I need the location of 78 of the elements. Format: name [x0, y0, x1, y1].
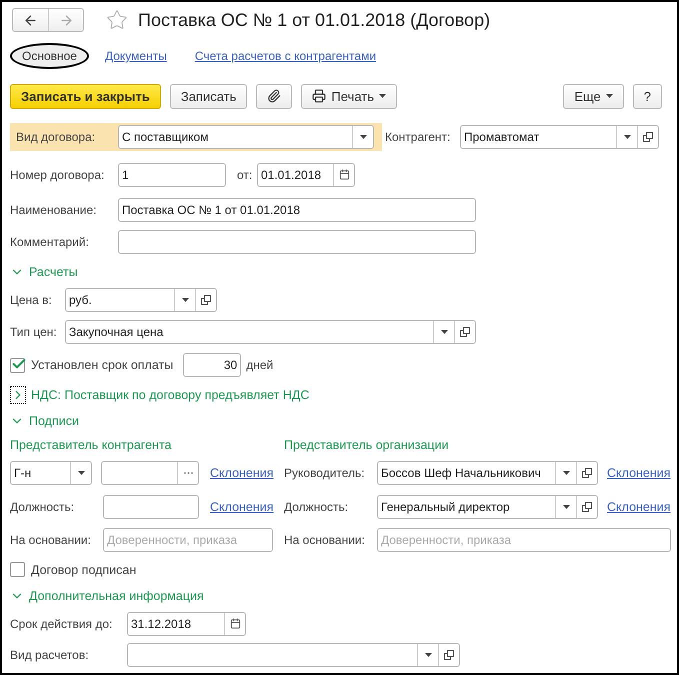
section-header[interactable]: Расчеты — [10, 264, 78, 278]
field-label: от: — [237, 168, 254, 182]
caret-icon — [562, 471, 570, 475]
dropdown-field[interactable]: руб. — [65, 288, 217, 312]
print-menu-button[interactable]: Печать — [301, 84, 397, 108]
group-heading: Представитель организации — [284, 438, 449, 452]
section-header[interactable]: НДС: Поставщик по договору предъявляет НДС — [10, 386, 310, 404]
declensions-link[interactable]: Склонения — [607, 500, 671, 514]
field-label: Должность: — [10, 500, 76, 514]
star-icon[interactable] — [106, 9, 128, 31]
caret-icon — [562, 504, 570, 508]
arrow-right-icon — [58, 12, 74, 28]
caret-icon — [360, 135, 366, 139]
calendar-icon — [230, 618, 240, 629]
field-label: Цена в: — [10, 293, 53, 307]
save-and-close-button[interactable]: Записать и закрыть — [10, 84, 161, 108]
open-window-icon — [201, 295, 211, 305]
field-label: На основании: — [10, 533, 92, 547]
dropdown-field[interactable] — [127, 642, 460, 666]
field-label: Вид договора: — [16, 130, 96, 144]
caret-icon — [624, 135, 630, 139]
save-button[interactable]: Записать — [170, 84, 248, 108]
dropdown-field[interactable]: Г-н — [10, 461, 92, 485]
text-field[interactable] — [103, 494, 199, 518]
select-field[interactable] — [101, 461, 199, 485]
caret-icon — [182, 298, 188, 302]
unit-label: дней — [246, 358, 274, 372]
caret-icon — [424, 652, 432, 656]
text-field[interactable]: 1 — [118, 162, 226, 186]
paperclip-icon — [267, 89, 282, 103]
attach-button[interactable] — [256, 84, 292, 108]
section-header[interactable]: Дополнительная информация — [10, 589, 204, 603]
open-window-icon — [444, 650, 454, 660]
more-menu-button[interactable]: Еще — [563, 84, 624, 108]
window-title: Поставка ОС № 1 от 01.01.2018 (Договор) — [138, 10, 490, 30]
date-field[interactable]: 01.01.2018 — [257, 162, 355, 186]
open-window-icon — [643, 132, 653, 142]
dropdown-field[interactable]: Промавтомат — [460, 125, 659, 149]
section-header[interactable]: Подписи — [10, 414, 79, 428]
dropdown-field[interactable]: Генеральный директор — [377, 494, 598, 518]
checkbox[interactable] — [10, 358, 25, 372]
field-label: Номер договора: — [10, 168, 106, 182]
field-label: Должность: — [284, 500, 350, 514]
dropdown-field[interactable]: Боссов Шеф Начальникович — [377, 461, 598, 485]
field-label: Наименование: — [10, 202, 98, 216]
dropdown-field[interactable]: Закупочная цена — [65, 320, 476, 344]
calendar-icon — [338, 169, 350, 180]
number-field[interactable]: 30 — [183, 353, 242, 377]
field-label: Срок действия до: — [10, 616, 114, 630]
field-label: Руководитель: — [284, 466, 366, 480]
checkbox-label: Договор подписан — [31, 562, 136, 576]
text-field[interactable]: Поставка ОС № 1 от 01.01.2018 — [118, 198, 476, 222]
field-label: На основании: — [284, 533, 366, 547]
declensions-link[interactable]: Склонения — [210, 500, 274, 514]
caret-icon — [440, 330, 448, 334]
tab[interactable]: Документы — [92, 43, 179, 69]
tab[interactable]: Счета расчетов с контрагентами — [182, 43, 388, 69]
open-window-icon — [582, 468, 592, 478]
printer-icon — [312, 89, 326, 103]
field-label: Контрагент: — [385, 130, 452, 144]
field-label: Тип цен: — [10, 325, 58, 339]
open-window-icon — [582, 502, 592, 512]
caret-icon — [78, 471, 84, 475]
open-window-icon — [460, 327, 470, 337]
text-field[interactable] — [118, 230, 476, 254]
caret-icon — [606, 94, 613, 98]
help-button[interactable]: ? — [632, 84, 662, 108]
declensions-link[interactable]: Склонения — [210, 466, 274, 480]
declensions-link[interactable]: Склонения — [607, 466, 671, 480]
tab[interactable]: Основное — [10, 43, 89, 69]
checkbox[interactable] — [10, 562, 25, 577]
caret-icon — [379, 94, 386, 98]
group-heading: Представитель контрагента — [10, 438, 172, 452]
field-label: Комментарий: — [10, 235, 90, 249]
dropdown-field[interactable]: С поставщиком — [118, 125, 374, 149]
field-label: Вид расчетов: — [10, 648, 90, 662]
checkbox-label: Установлен срок оплаты — [31, 358, 174, 372]
date-field[interactable]: 31.12.2018 — [127, 612, 246, 636]
